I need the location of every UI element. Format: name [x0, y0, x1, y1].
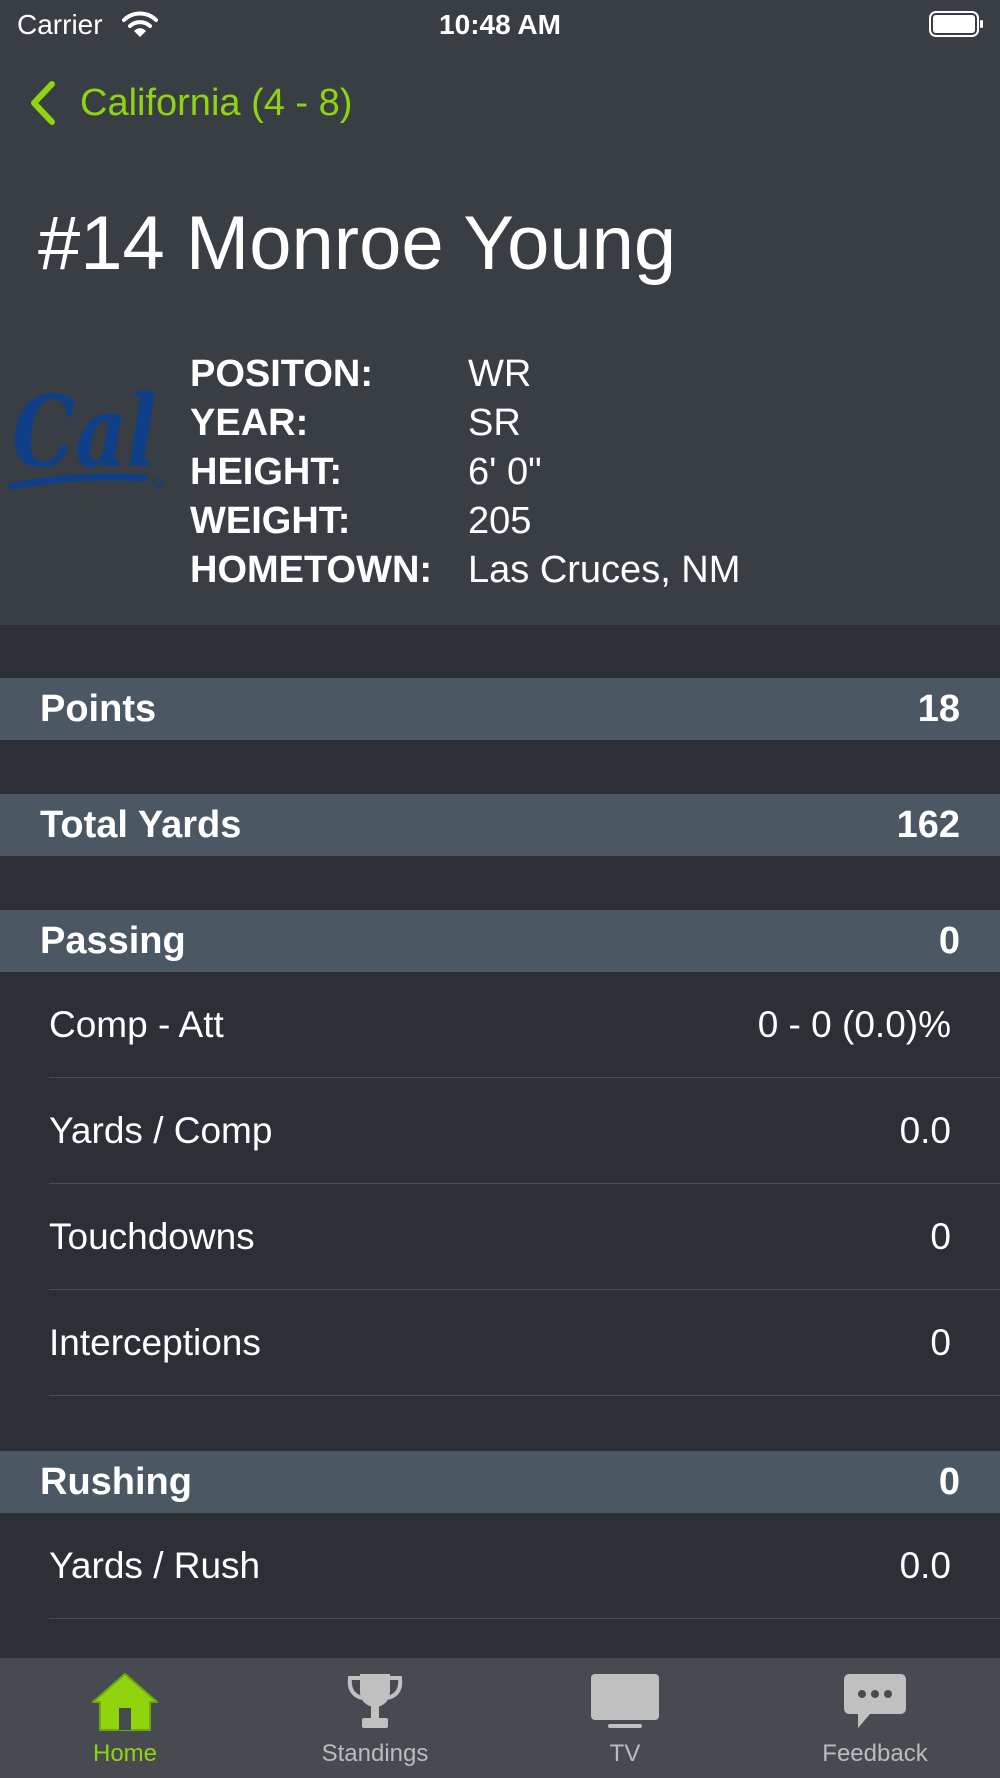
stat-row-touchdowns: Touchdowns 0	[49, 1184, 1000, 1290]
info-row-position: POSITON: WR	[190, 350, 740, 399]
info-value: SR	[468, 402, 521, 444]
player-header: Carrier 10:48 AM California (4 - 8) #14 …	[0, 0, 1000, 625]
info-row-year: YEAR: SR	[190, 399, 740, 448]
section-rushing[interactable]: Rushing 0	[0, 1451, 1000, 1513]
info-key: YEAR:	[190, 402, 309, 444]
stat-label: Yards / Rush	[49, 1544, 261, 1586]
tab-label: Standings	[321, 1740, 429, 1767]
team-logo-text: Cal	[12, 375, 157, 490]
info-value: Las Cruces, NM	[468, 549, 741, 591]
section-value: 0	[938, 919, 960, 962]
tab-label: Feedback	[822, 1740, 928, 1767]
info-row-weight: WEIGHT: 205	[190, 497, 740, 546]
tab-standings[interactable]: Standings	[250, 1658, 500, 1778]
status-bar: Carrier 10:48 AM	[0, 0, 1000, 52]
stat-label: Interceptions	[49, 1321, 261, 1363]
stat-value: 0 - 0 (0.0)%	[757, 1003, 951, 1045]
info-key: WEIGHT:	[190, 500, 351, 542]
stat-row-interceptions: Interceptions 0	[49, 1290, 1000, 1396]
back-button-label: California (4 - 8)	[80, 81, 353, 124]
section-value: 18	[917, 687, 960, 730]
info-key: HEIGHT:	[190, 451, 342, 493]
section-passing[interactable]: Passing 0	[0, 910, 1000, 972]
status-time: 10:48 AM	[439, 9, 561, 40]
tab-bar: Home Standings TV Feedback	[0, 1658, 1000, 1778]
tab-home[interactable]: Home	[0, 1658, 250, 1778]
stat-row-yards-rush: Yards / Rush 0.0	[49, 1513, 1000, 1619]
tab-feedback[interactable]: Feedback	[750, 1658, 1000, 1778]
stat-row-yards-comp: Yards / Comp 0.0	[49, 1078, 1000, 1184]
back-button[interactable]: California (4 - 8)	[28, 78, 352, 128]
team-logo: Cal	[8, 375, 163, 490]
battery-icon	[929, 11, 983, 37]
player-name: #14 Monroe Young	[38, 201, 677, 286]
tab-tv[interactable]: TV	[500, 1658, 750, 1778]
stat-value: 0	[930, 1321, 951, 1363]
section-label: Total Yards	[40, 803, 242, 846]
info-value: 205	[468, 500, 532, 542]
section-label: Passing	[40, 919, 186, 962]
player-info: POSITON: WR YEAR: SR HEIGHT: 6' 0" WEIGH…	[190, 350, 740, 595]
section-value: 0	[938, 1460, 960, 1503]
section-points[interactable]: Points 18	[0, 678, 1000, 740]
chat-bubble-icon	[844, 1674, 906, 1728]
info-row-height: HEIGHT: 6' 0"	[190, 448, 740, 497]
tab-label: TV	[609, 1740, 641, 1767]
info-value: WR	[468, 353, 532, 395]
section-value: 162	[896, 803, 960, 846]
chevron-left-icon	[31, 81, 55, 125]
info-key: HOMETOWN:	[190, 549, 433, 591]
stat-value: 0.0	[899, 1544, 951, 1586]
stat-label: Comp - Att	[49, 1003, 224, 1045]
stat-value: 0	[930, 1215, 951, 1257]
stat-row-comp-att: Comp - Att 0 - 0 (0.0)%	[49, 972, 1000, 1078]
info-key: POSITON:	[190, 353, 373, 395]
stat-label: Yards / Comp	[49, 1109, 273, 1151]
section-total-yards[interactable]: Total Yards 162	[0, 794, 1000, 856]
info-row-hometown: HOMETOWN: Las Cruces, NM	[190, 546, 740, 595]
info-value: 6' 0"	[468, 451, 542, 493]
section-label: Rushing	[40, 1460, 192, 1503]
tv-icon	[591, 1674, 659, 1728]
trophy-icon	[347, 1674, 403, 1728]
section-label: Points	[40, 687, 157, 730]
tab-label: Home	[92, 1740, 158, 1767]
home-icon	[92, 1673, 158, 1731]
stat-label: Touchdowns	[49, 1215, 255, 1257]
stat-value: 0.0	[899, 1109, 951, 1151]
